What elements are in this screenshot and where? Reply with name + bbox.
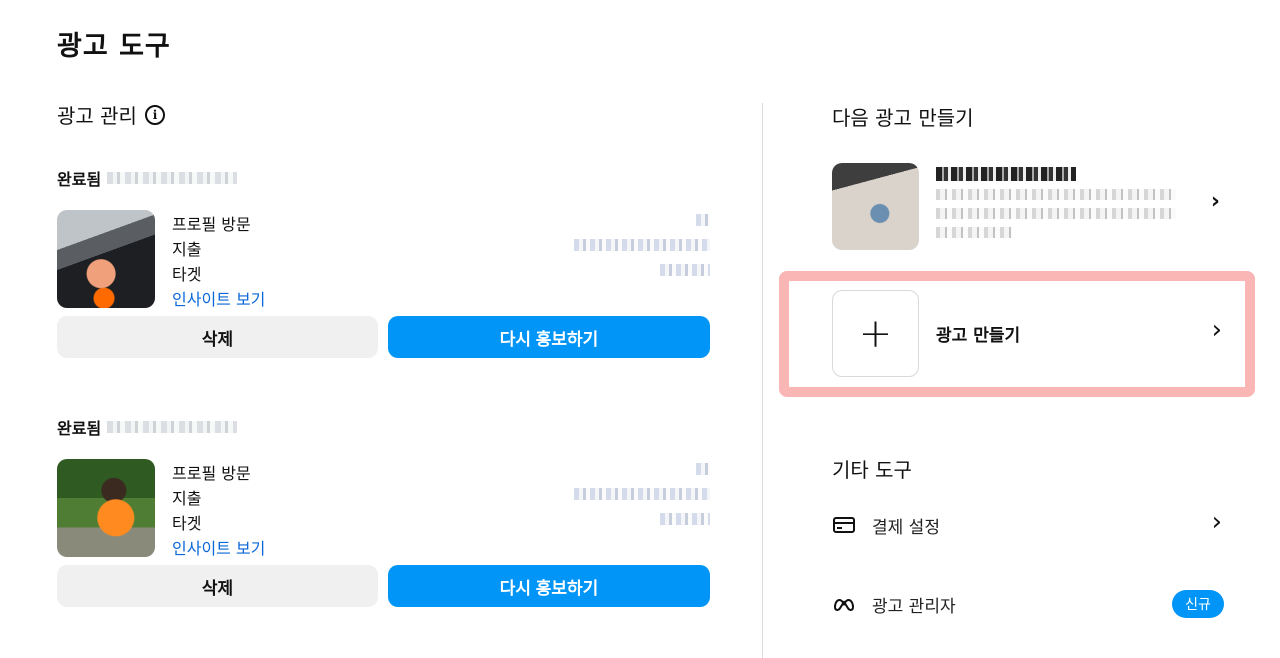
other-tools-title: 기타 도구 xyxy=(832,458,912,482)
delete-button[interactable]: 삭제 xyxy=(57,565,378,607)
meta-icon xyxy=(833,598,855,612)
metric-impressions: 지출 xyxy=(172,240,202,259)
ad-tools-page: 광고 도구 광고 관리 i 완료됨 프로필 방문 지출 타겟 인사이트 보기 삭… xyxy=(0,0,1280,658)
ads-manager-label: 광고 관리자 xyxy=(872,597,956,617)
metric-target: 타겟 xyxy=(172,265,202,284)
insight-link[interactable]: 인사이트 보기 xyxy=(172,287,265,312)
suggested-post[interactable]: › xyxy=(832,163,1222,251)
ad-status-row: 완료됨 xyxy=(57,415,710,439)
create-ad-label: 광고 만들기 xyxy=(936,326,1021,346)
metric-target: 타겟 xyxy=(172,514,202,533)
suggested-post-text xyxy=(936,163,1186,238)
metric-profile-visits: 프로필 방문 xyxy=(172,464,251,483)
manage-title-text: 광고 관리 xyxy=(57,104,137,128)
chevron-right-icon: › xyxy=(1211,507,1222,537)
redacted-date xyxy=(107,172,238,184)
next-ad-title: 다음 광고 만들기 xyxy=(832,106,974,130)
ad-status-row: 완료됨 xyxy=(57,166,710,190)
redacted-post-title xyxy=(936,167,1076,181)
payment-settings-item[interactable]: 결제 설정 › xyxy=(832,505,1224,545)
ad-actions: 삭제 다시 홍보하기 xyxy=(57,316,710,358)
chevron-right-icon: › xyxy=(1211,315,1222,345)
ads-manager-item[interactable]: 광고 관리자 신규 xyxy=(832,584,1224,624)
ad-actions: 삭제 다시 홍보하기 xyxy=(57,565,710,607)
ad-status: 완료됨 xyxy=(57,170,102,189)
create-ad-button[interactable]: + 광고 만들기 › xyxy=(832,290,1224,377)
redacted-metric-values xyxy=(570,463,710,538)
plus-icon: + xyxy=(832,290,919,377)
ad-body: 프로필 방문 지출 타겟 인사이트 보기 xyxy=(57,210,710,310)
metric-impressions: 지출 xyxy=(172,489,202,508)
promote-again-button[interactable]: 다시 홍보하기 xyxy=(388,565,710,607)
redacted-post-line xyxy=(936,189,1176,200)
promote-again-button[interactable]: 다시 홍보하기 xyxy=(388,316,710,358)
ad-thumbnail[interactable] xyxy=(57,210,155,308)
chevron-right-icon: › xyxy=(1210,189,1220,214)
ad-card: 완료됨 프로필 방문 지출 타겟 인사이트 보기 삭제 다시 홍보하기 xyxy=(57,415,710,607)
ad-metrics: 프로필 방문 지출 타겟 인사이트 보기 xyxy=(172,461,265,561)
ad-card: 완료됨 프로필 방문 지출 타겟 인사이트 보기 삭제 다시 홍보하기 xyxy=(57,166,710,358)
card-icon xyxy=(833,517,855,533)
page-title: 광고 도구 xyxy=(57,31,171,62)
delete-button[interactable]: 삭제 xyxy=(57,316,378,358)
manage-section-title: 광고 관리 i xyxy=(57,100,165,129)
ad-body: 프로필 방문 지출 타겟 인사이트 보기 xyxy=(57,459,710,559)
redacted-metric-values xyxy=(570,214,710,289)
metric-profile-visits: 프로필 방문 xyxy=(172,215,251,234)
redacted-post-line xyxy=(936,208,1176,219)
ad-status: 완료됨 xyxy=(57,419,102,438)
redacted-date xyxy=(107,421,238,433)
column-divider xyxy=(762,103,763,658)
insight-link[interactable]: 인사이트 보기 xyxy=(172,536,265,561)
payment-settings-label: 결제 설정 xyxy=(872,518,940,538)
new-badge: 신규 xyxy=(1172,590,1224,618)
redacted-post-line xyxy=(936,227,1012,238)
suggested-post-thumbnail xyxy=(832,163,919,250)
info-icon[interactable]: i xyxy=(144,104,165,125)
ad-thumbnail[interactable] xyxy=(57,459,155,557)
ad-metrics: 프로필 방문 지출 타겟 인사이트 보기 xyxy=(172,212,265,312)
